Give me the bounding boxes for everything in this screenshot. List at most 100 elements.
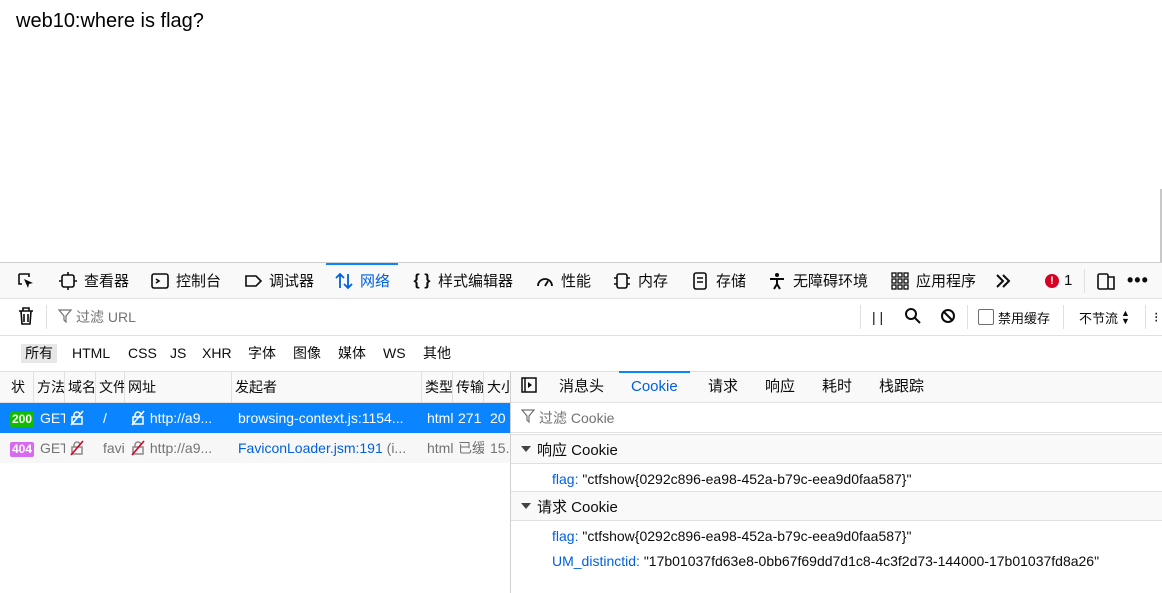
tab-application-label: 应用程序 [916,273,977,290]
requests-table-header: 状 方法 域名 文件 网址 发起者 类型 传输 大小 [0,372,510,403]
cookie-key: flag [552,528,575,544]
accessibility-icon [767,271,787,291]
cookie-entry[interactable]: flag: "ctfshow{0292c896-ea98-452a-b79c-e… [552,528,911,544]
pause-recording-button[interactable]: | | [872,299,883,335]
url-cell: http://a9... [127,403,232,433]
request-type-filters: 所有 HTML CSS JS XHR 字体 图像 媒体 WS 其他 [0,336,1162,372]
expand-triangle-icon [521,446,531,452]
column-transferred[interactable]: 传输 [453,372,484,402]
filter-url-placeholder: 过滤 URL [76,309,136,325]
filter-fonts-button[interactable]: 字体 [244,344,280,363]
filter-css-button[interactable]: CSS [124,344,161,363]
transferred-cell: 已缓 [458,440,484,456]
column-type[interactable]: 类型 [422,372,453,402]
cookie-key: flag [552,471,575,487]
responsive-design-button[interactable] [1096,263,1122,298]
filter-ws-button[interactable]: WS [379,344,410,363]
filter-js-button[interactable]: JS [166,344,190,363]
toolbar-divider [46,305,47,329]
cookie-entry[interactable]: flag: "ctfshow{0292c896-ea98-452a-b79c-e… [552,471,911,487]
tab-response[interactable]: 响应 [765,372,795,402]
filter-all-button[interactable]: 所有 [21,344,57,363]
size-cell: 15. [490,440,510,456]
url-cell: http://a9... [127,433,232,463]
search-button[interactable] [904,299,922,335]
filter-cookie-input[interactable]: 过滤 Cookie [511,403,1162,433]
block-icon [940,308,956,327]
pick-element-icon [16,271,36,291]
tab-console[interactable]: 控制台 [150,263,221,298]
tab-cookies[interactable]: Cookie [619,371,690,402]
error-icon: ! [1045,273,1059,288]
more-tools-button[interactable] [993,263,1019,298]
page-heading: web10:where is flag? [16,10,204,32]
error-count-button[interactable]: ! 1 [1045,263,1072,298]
tab-network[interactable]: 网络 [325,263,399,298]
filter-icon [57,308,73,326]
insecure-lock-icon [130,410,150,426]
tab-storage[interactable]: 存储 [690,263,746,298]
filter-html-button[interactable]: HTML [68,344,114,363]
filter-cookie-placeholder: 过滤 Cookie [539,409,615,426]
column-domain[interactable]: 域名 [65,372,96,402]
file-cell: favi [103,440,125,456]
response-cookies-header[interactable]: 响应 Cookie [511,434,1162,464]
table-row[interactable]: 404 GET favi http://a9... FaviconLoader.… [0,433,510,463]
network-settings-button[interactable]: ⁝ [1154,299,1158,335]
pick-element-button[interactable] [16,263,42,298]
cookie-value: "ctfshow{0292c896-ea98-452a-b79c-eea9d0f… [582,528,912,544]
filter-xhr-button[interactable]: XHR [198,344,236,363]
chevron-double-right-icon [993,271,1013,291]
tab-inspector-label: 查看器 [84,273,130,290]
request-cookies-title: 请求 Cookie [537,498,618,516]
initiator-cell[interactable]: browsing-context.js:1154... [235,403,422,433]
column-url[interactable]: 网址 [125,372,232,402]
tab-style-editor[interactable]: { } 样式编辑器 [412,263,513,298]
tab-headers[interactable]: 消息头 [559,372,604,402]
tab-performance[interactable]: 性能 [535,263,591,298]
clear-requests-button[interactable] [17,299,35,335]
tab-application[interactable]: 应用程序 [890,263,976,298]
tab-request[interactable]: 请求 [708,372,738,402]
initiator-link[interactable]: FaviconLoader.jsm:191 [238,440,383,456]
initiator-cell: FaviconLoader.jsm:191 (i... [235,433,422,463]
devtools-menu-button[interactable]: ••• [1127,263,1149,298]
pause-icon: | | [872,309,884,325]
tab-accessibility[interactable]: 无障碍环境 [767,263,868,298]
filter-media-button[interactable]: 媒体 [334,344,370,363]
filter-other-button[interactable]: 其他 [419,344,455,363]
network-toolbar: 过滤 URL | | 禁用缓存 不节流 ▲ ▼ ⁝ [0,299,1162,336]
column-file[interactable]: 文件 [96,372,125,402]
status-badge: 200 [10,412,34,427]
settings-icon: ⁝ [1154,308,1159,325]
tab-stack-trace[interactable]: 栈跟踪 [879,372,924,402]
column-initiator[interactable]: 发起者 [232,372,422,402]
request-cookies-header[interactable]: 请求 Cookie [511,491,1162,521]
tab-debugger-label: 调试器 [269,273,315,290]
filter-images-button[interactable]: 图像 [289,344,325,363]
devtools-panel: 查看器 控制台 调试器 网络 { } 样式编辑器 性能 内存 存储 无障碍环境 … [0,262,1162,593]
storage-icon [690,271,710,291]
tab-timings[interactable]: 耗时 [822,372,852,402]
tab-inspector[interactable]: 查看器 [58,263,129,298]
checkbox-box [978,309,994,325]
tab-style-editor-label: 样式编辑器 [438,273,514,290]
cookie-entry[interactable]: UM_distinctid: "17b01037fd63e8-0bb67f69d… [552,553,1099,569]
toolbar-divider [967,305,968,329]
tab-memory[interactable]: 内存 [612,263,668,298]
table-row[interactable]: 200 GET / http://a9... browsing-context.… [0,403,510,433]
network-icon [334,271,354,291]
updown-arrows-icon: ▲ ▼ [1121,308,1130,326]
debugger-icon [243,271,263,291]
throttling-select[interactable]: 不节流 ▲ ▼ [1079,299,1130,335]
column-size[interactable]: 大小 [484,372,510,402]
tab-debugger[interactable]: 调试器 [243,263,314,298]
column-status[interactable]: 状 [8,372,34,402]
disable-cache-checkbox[interactable]: 禁用缓存 [978,299,1050,335]
expand-triangle-icon [521,503,531,509]
toggle-sidebar-button[interactable] [520,372,538,402]
status-cell: 200 [10,403,34,433]
column-method[interactable]: 方法 [34,372,65,402]
block-requests-button[interactable] [940,299,956,335]
filter-url-input[interactable]: 过滤 URL [57,299,136,335]
